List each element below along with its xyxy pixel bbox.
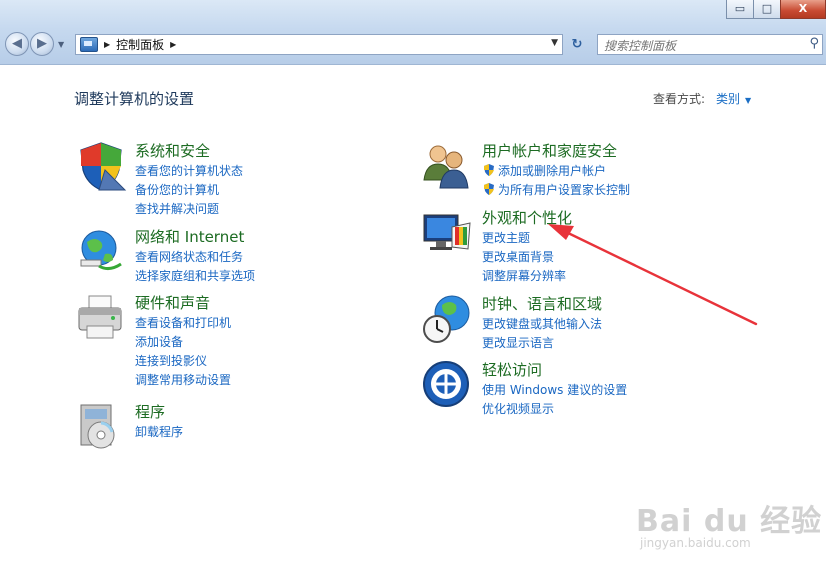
watermark-logo: Bai du 经验 <box>636 504 823 539</box>
annotation-arrow <box>548 224 758 326</box>
watermark: Bai du 经验 jingyan.baidu.com <box>636 496 822 550</box>
